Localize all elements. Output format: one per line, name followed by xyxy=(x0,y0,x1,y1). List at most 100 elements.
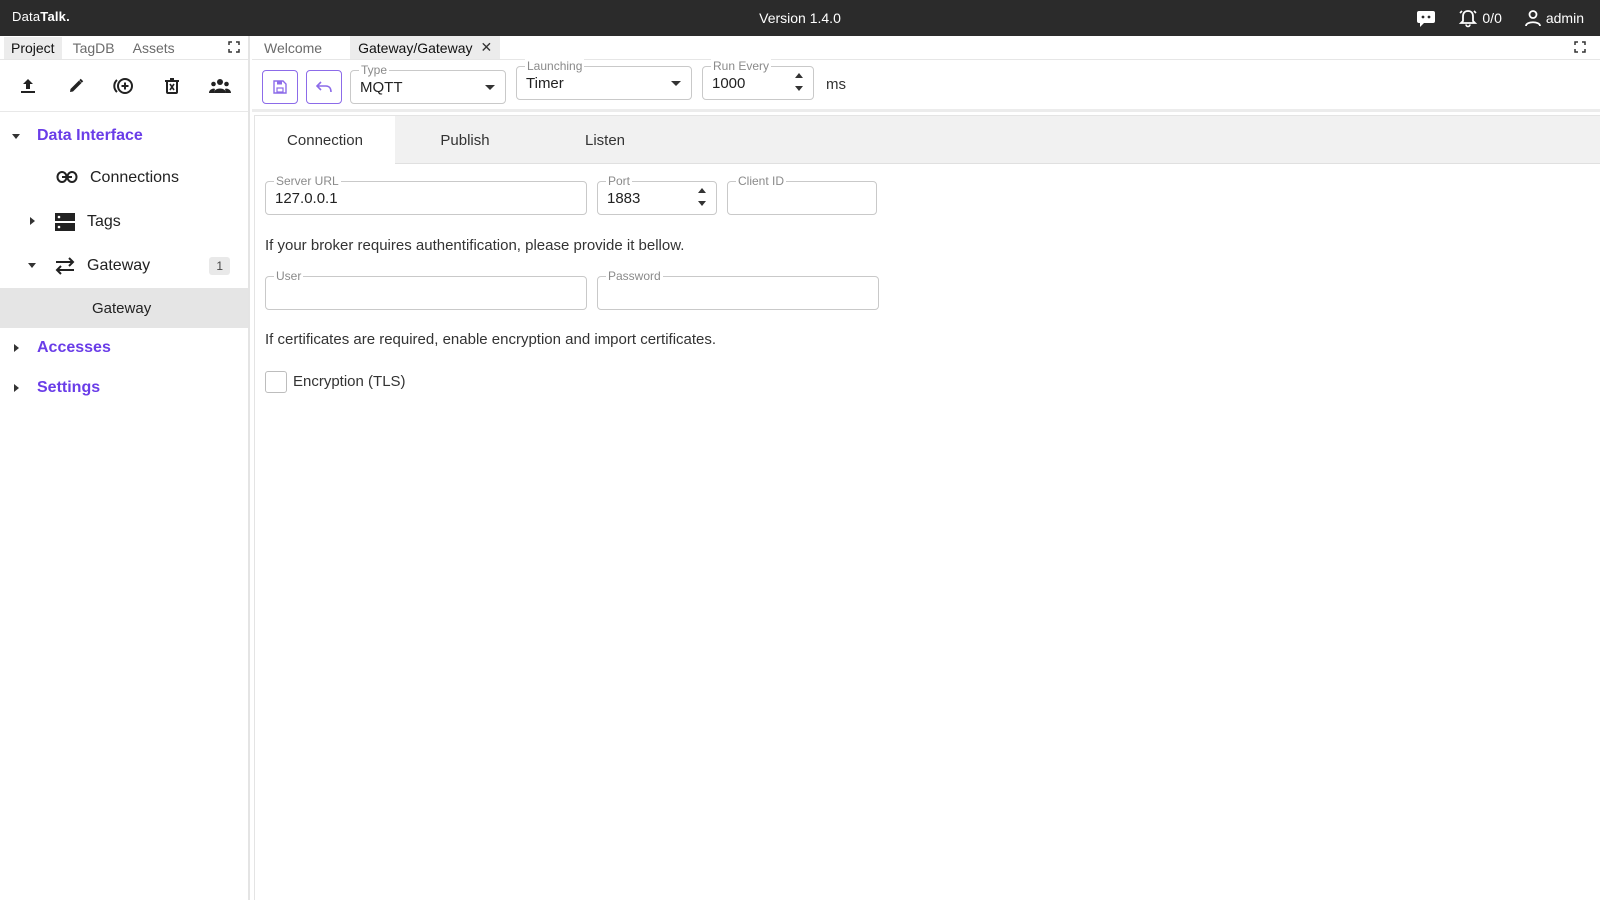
encryption-checkbox[interactable] xyxy=(265,371,287,393)
password-field[interactable]: Password xyxy=(597,269,879,310)
expand-caret-icon[interactable] xyxy=(14,384,19,392)
users-button[interactable] xyxy=(202,68,238,104)
brand-part2: Talk. xyxy=(40,9,70,24)
top-bar: DataTalk. Version 1.4.0 0/0 admin xyxy=(0,0,1600,36)
client-id-field[interactable]: Client ID xyxy=(727,174,877,215)
run-every-input[interactable]: Run Every 1000 xyxy=(702,59,814,100)
tree-item-tags[interactable]: Tags xyxy=(0,200,248,244)
section-label: Data Interface xyxy=(37,127,143,144)
fullscreen-icon[interactable] xyxy=(228,41,240,53)
tree-section-data-interface[interactable]: Data Interface xyxy=(0,116,248,156)
tab-project[interactable]: Project xyxy=(4,36,62,59)
field-value: 1000 xyxy=(712,75,746,92)
tab-connection[interactable]: Connection xyxy=(255,116,395,164)
close-icon[interactable]: ✕ xyxy=(480,39,492,56)
field-label: Type xyxy=(359,63,390,77)
field-label: Server URL xyxy=(274,174,341,188)
field-value: 127.0.0.1 xyxy=(275,190,338,207)
storage-icon xyxy=(55,213,75,231)
count-badge: 1 xyxy=(209,257,230,275)
tab-welcome[interactable]: Welcome xyxy=(256,37,330,59)
field-value: MQTT xyxy=(360,79,403,96)
tree-section-settings[interactable]: Settings xyxy=(0,368,248,408)
port-field[interactable]: Port 1883 xyxy=(597,174,717,215)
tab-tagdb[interactable]: TagDB xyxy=(66,37,122,59)
section-label: Settings xyxy=(37,379,101,396)
project-tree: Data Interface Connections Tags Gateway … xyxy=(0,112,248,408)
add-button[interactable] xyxy=(106,68,142,104)
tree-item-gateway[interactable]: Gateway 1 xyxy=(0,244,248,288)
dropdown-arrow-icon xyxy=(485,85,495,90)
decrement-icon[interactable] xyxy=(795,86,803,91)
field-label: Launching xyxy=(525,59,585,73)
tab-assets[interactable]: Assets xyxy=(126,37,182,59)
user-menu-button[interactable]: admin xyxy=(1524,9,1584,27)
type-select[interactable]: Type MQTT xyxy=(350,63,506,104)
add-circle-icon xyxy=(113,77,133,94)
number-stepper[interactable] xyxy=(698,188,706,206)
decrement-icon[interactable] xyxy=(698,201,706,206)
tab-label: Gateway/Gateway xyxy=(358,39,473,56)
link-icon xyxy=(56,171,78,183)
expand-caret-icon[interactable] xyxy=(12,134,20,139)
field-value: Timer xyxy=(526,75,564,92)
tree-item-gateway-child[interactable]: Gateway xyxy=(0,288,248,328)
increment-icon[interactable] xyxy=(698,188,706,193)
increment-icon[interactable] xyxy=(795,73,803,78)
expand-caret-icon[interactable] xyxy=(14,344,19,352)
group-icon xyxy=(209,78,231,93)
field-label: Client ID xyxy=(736,174,787,188)
field-label: Password xyxy=(606,269,663,283)
item-label: Gateway xyxy=(87,257,151,274)
upload-icon xyxy=(21,78,35,93)
brand-logo: DataTalk. xyxy=(12,9,70,24)
tab-gateway[interactable]: Gateway/Gateway ✕ xyxy=(350,36,501,59)
save-button[interactable] xyxy=(262,70,298,104)
gateway-toolbar: Type MQTT Launching Timer Run Every 1000… xyxy=(252,59,1600,112)
number-stepper[interactable] xyxy=(795,73,803,91)
section-label: Accesses xyxy=(37,339,111,356)
trash-icon xyxy=(165,77,179,94)
tab-publish[interactable]: Publish xyxy=(395,116,535,164)
field-label: Port xyxy=(606,174,633,188)
item-label: Gateway xyxy=(92,299,152,317)
encryption-label[interactable]: Encryption (TLS) xyxy=(293,373,406,390)
messages-button[interactable] xyxy=(1416,9,1436,27)
undo-icon xyxy=(316,81,332,93)
version-label: Version 1.4.0 xyxy=(759,10,841,26)
user-name: admin xyxy=(1545,10,1584,26)
expand-caret-icon[interactable] xyxy=(30,217,35,225)
delete-button[interactable] xyxy=(154,68,190,104)
server-url-field[interactable]: Server URL 127.0.0.1 xyxy=(265,174,587,215)
alarms-button[interactable]: 0/0 xyxy=(1458,8,1502,28)
swap-arrows-icon xyxy=(55,257,75,275)
field-value: 1883 xyxy=(607,190,641,207)
undo-button[interactable] xyxy=(306,70,342,104)
project-panel: Project TagDB Assets Data Interface Conn… xyxy=(0,36,250,900)
launching-select[interactable]: Launching Timer xyxy=(516,59,692,100)
document-tabs: Welcome Gateway/Gateway ✕ xyxy=(252,36,1600,60)
item-label: Connections xyxy=(90,169,179,186)
tree-section-accesses[interactable]: Accesses xyxy=(0,328,248,368)
user-icon xyxy=(1524,10,1541,27)
chat-icon xyxy=(1417,11,1436,27)
expand-caret-icon[interactable] xyxy=(28,263,36,268)
unit-label: ms xyxy=(826,76,846,93)
edit-button[interactable] xyxy=(58,68,94,104)
fullscreen-icon[interactable] xyxy=(1574,41,1586,53)
dropdown-arrow-icon xyxy=(671,81,681,86)
item-label: Tags xyxy=(87,213,121,230)
field-label: Run Every xyxy=(711,59,772,73)
panel-tabs: Project TagDB Assets xyxy=(0,36,248,60)
project-toolbar xyxy=(0,60,248,112)
user-field[interactable]: User xyxy=(265,269,587,310)
tab-listen[interactable]: Listen xyxy=(535,116,675,164)
bell-icon xyxy=(1459,10,1478,28)
alarms-count: 0/0 xyxy=(1482,10,1502,26)
pencil-icon xyxy=(70,78,84,92)
auth-info-text: If your broker requires authentification… xyxy=(265,237,685,254)
field-label: User xyxy=(274,269,304,283)
brand-part1: Data xyxy=(12,9,41,24)
tree-item-connections[interactable]: Connections xyxy=(0,156,248,200)
upload-button[interactable] xyxy=(10,68,46,104)
